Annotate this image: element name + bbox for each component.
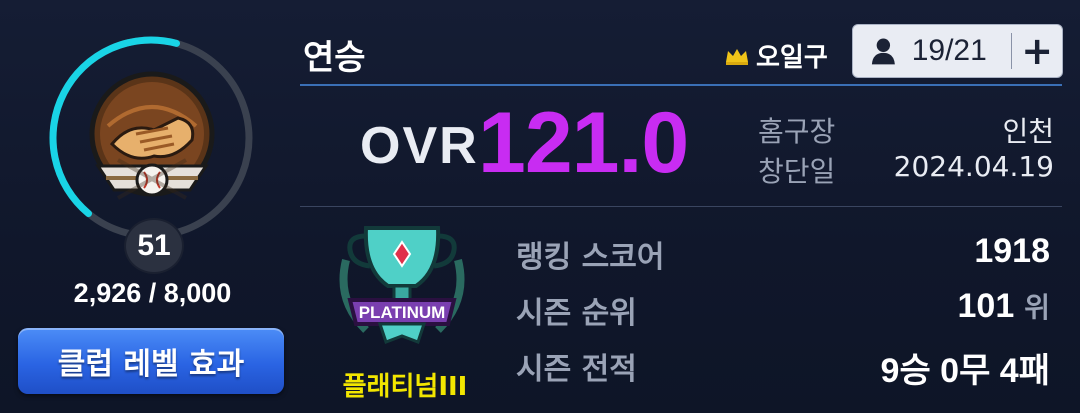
club-owner: 오일구 xyxy=(724,37,828,74)
person-icon xyxy=(871,38,895,65)
header-divider xyxy=(300,84,1062,86)
club-name: 연승 xyxy=(303,38,366,78)
season-rank: 101 위 xyxy=(958,286,1051,326)
ovr-label: OVR xyxy=(360,117,479,175)
season-rank-value: 101 xyxy=(957,287,1015,325)
crown-icon xyxy=(726,48,748,65)
club-level-badge: 51 xyxy=(124,218,184,274)
founded-date-label: 창단일 xyxy=(758,155,836,188)
club-profile-panel: 51 2,926 / 8,000 클럽 레벨 효과 xyxy=(0,0,300,413)
season-rank-unit: 위 xyxy=(1024,291,1050,324)
season-rank-label: 시즌 순위 xyxy=(516,296,637,331)
founded-date-value: 2024.04.19 xyxy=(893,150,1054,183)
platinum-emblem-text: PLATINUM xyxy=(359,303,446,322)
plus-icon: + xyxy=(1021,29,1054,73)
tier-name: 플래티넘III xyxy=(342,372,468,402)
home-stadium-label: 홈구장 xyxy=(758,115,836,148)
season-record-label: 시즌 전적 xyxy=(516,352,637,387)
ranking-score-label: 랭킹 스코어 xyxy=(516,240,665,275)
platinum-tier-trophy-icon: PLATINUM xyxy=(339,226,465,344)
owner-name: 오일구 xyxy=(756,43,828,73)
member-count-box: 19/21 + xyxy=(852,24,1063,78)
club-level-effect-button[interactable]: 클럽 레벨 효과 xyxy=(18,328,284,394)
ovr-value: 121.0 xyxy=(478,95,689,191)
season-record-value: 9승 0무 4패 xyxy=(880,352,1050,390)
add-member-button[interactable]: + xyxy=(1012,25,1062,77)
ranking-score-value: 1918 xyxy=(974,232,1050,270)
home-stadium-value: 인천 xyxy=(1002,115,1054,148)
member-count: 19/21 xyxy=(911,34,987,67)
club-emblem-handshake-icon xyxy=(89,71,215,200)
club-xp-text: 2,926 / 8,000 xyxy=(73,278,232,308)
section-divider xyxy=(300,206,1062,207)
